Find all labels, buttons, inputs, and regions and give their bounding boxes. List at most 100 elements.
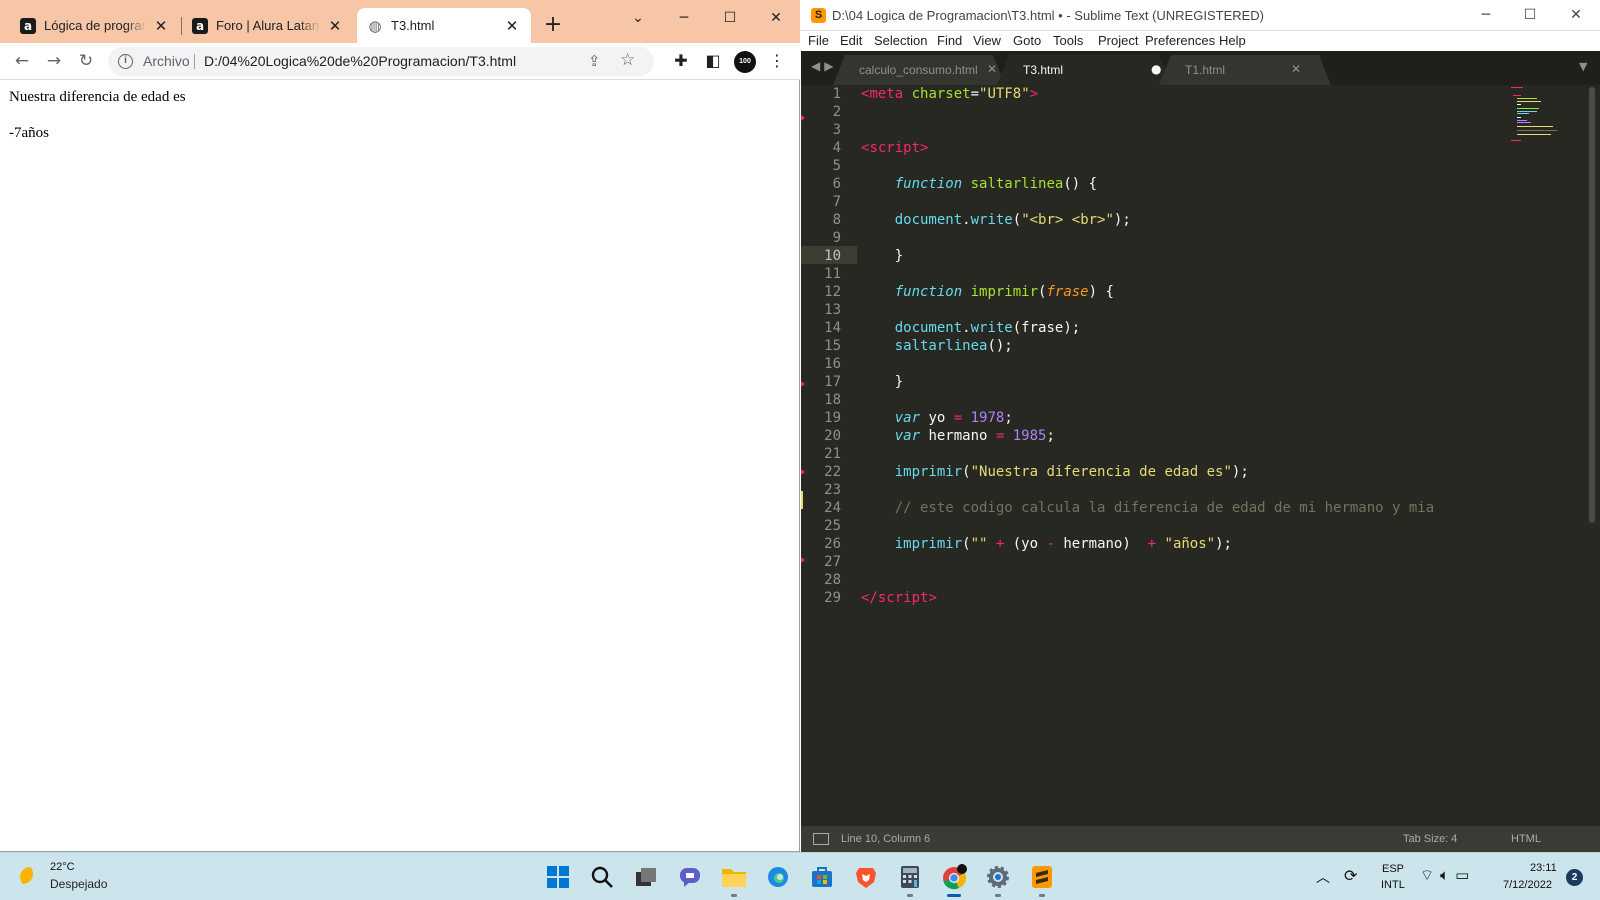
volume-icon[interactable]: 🔈︎ xyxy=(1440,866,1455,884)
code-line[interactable]: document.write(frase); xyxy=(861,319,1434,337)
code-line[interactable] xyxy=(861,571,1434,589)
profile-avatar[interactable]: 100 xyxy=(734,51,756,73)
code-line[interactable] xyxy=(861,481,1434,499)
vertical-scrollbar[interactable] xyxy=(1589,87,1595,523)
code-line[interactable]: // este codigo calcula la diferencia de … xyxy=(861,499,1434,517)
taskbar-brave[interactable] xyxy=(851,862,881,892)
input-layout[interactable]: INTL xyxy=(1381,879,1405,891)
code-line[interactable]: <meta charset="UTF8"> xyxy=(861,85,1434,103)
code-line[interactable]: saltarlinea(); xyxy=(861,337,1434,355)
menu-project[interactable]: Project xyxy=(1098,33,1138,48)
code-line[interactable] xyxy=(861,103,1434,121)
code-line[interactable] xyxy=(861,517,1434,535)
input-language[interactable]: ESP xyxy=(1382,863,1404,875)
info-icon[interactable]: i xyxy=(118,54,133,69)
new-tab-button[interactable]: + xyxy=(541,14,565,38)
code-line[interactable]: } xyxy=(861,247,1434,265)
maximize-button[interactable]: ☐ xyxy=(1510,1,1550,29)
minimize-button[interactable]: ─ xyxy=(1466,1,1506,29)
taskbar-file-explorer[interactable] xyxy=(719,862,749,897)
wifi-icon[interactable]: ⌔ xyxy=(1420,866,1440,884)
extensions-puzzle-icon[interactable]: ✚ xyxy=(669,49,693,73)
taskbar-chrome[interactable] xyxy=(939,862,969,897)
clock-time[interactable]: 23:11 xyxy=(1530,862,1557,874)
editor-tab-t1[interactable]: T1.html ✕ xyxy=(1159,55,1331,85)
forward-button[interactable]: → xyxy=(40,47,68,75)
code-line[interactable]: function saltarlinea() { xyxy=(861,175,1434,193)
sync-icon[interactable]: ⟳ xyxy=(1344,866,1357,885)
close-icon[interactable]: ✕ xyxy=(1291,62,1301,76)
taskbar-calculator[interactable] xyxy=(895,862,925,897)
code-line[interactable]: var yo = 1978; xyxy=(861,409,1434,427)
code-line[interactable] xyxy=(861,355,1434,373)
code-line[interactable] xyxy=(861,229,1434,247)
address-url[interactable]: D:/04%20Logica%20de%20Programacion/T3.ht… xyxy=(204,53,516,69)
close-icon[interactable]: ✕ xyxy=(503,17,521,35)
code-line[interactable] xyxy=(861,445,1434,463)
kebab-menu-icon[interactable]: ⋮ xyxy=(765,49,789,73)
menu-help[interactable]: Help xyxy=(1219,33,1246,48)
menu-file[interactable]: File xyxy=(808,33,829,48)
status-syntax[interactable]: HTML xyxy=(1511,833,1541,845)
close-icon[interactable]: ✕ xyxy=(326,17,344,35)
code-line[interactable] xyxy=(861,265,1434,283)
menu-find[interactable]: Find xyxy=(937,33,962,48)
tab-search-chevron-icon[interactable]: ⌄ xyxy=(618,4,658,32)
close-icon[interactable]: ✕ xyxy=(152,17,170,35)
menu-view[interactable]: View xyxy=(973,33,1001,48)
editor-tab-t3[interactable]: T3.html ● xyxy=(997,55,1171,85)
weather-temperature[interactable]: 22°C xyxy=(50,861,75,873)
bookmark-star-icon[interactable]: ☆ xyxy=(620,50,635,70)
code-line[interactable] xyxy=(861,553,1434,571)
code-line[interactable]: <script> xyxy=(861,139,1434,157)
code-line[interactable]: document.write("<br> <br>"); xyxy=(861,211,1434,229)
tab-list-dropdown-icon[interactable]: ▼ xyxy=(1579,60,1587,73)
code-line[interactable]: imprimir("" + (yo - hermano) + "años"); xyxy=(861,535,1434,553)
clock-date[interactable]: 7/12/2022 xyxy=(1503,879,1552,891)
moon-icon[interactable] xyxy=(20,867,40,887)
code-line[interactable] xyxy=(861,301,1434,319)
close-window-button[interactable]: ✕ xyxy=(756,4,796,32)
code-line[interactable] xyxy=(861,391,1434,409)
close-icon[interactable]: ✕ xyxy=(987,62,997,76)
share-icon[interactable]: ⇪ xyxy=(588,52,601,70)
back-button[interactable]: ← xyxy=(8,47,36,75)
code-line[interactable]: imprimir("Nuestra diferencia de edad es"… xyxy=(861,463,1434,481)
close-window-button[interactable]: ✕ xyxy=(1556,1,1596,29)
reload-button[interactable]: ↻ xyxy=(72,47,100,75)
browser-tab-foro[interactable]: a Foro | Alura Latam - Cursos ✕ xyxy=(182,8,354,43)
menu-edit[interactable]: Edit xyxy=(840,33,862,48)
code-line[interactable] xyxy=(861,193,1434,211)
code-line[interactable] xyxy=(861,157,1434,175)
code-editor[interactable]: 1 2 3 4 5 6 7 8 9 10 11 12 13 14 15 16 17 18 19 20 21 22 23 24 2… xyxy=(801,85,1600,826)
weather-description[interactable]: Despejado xyxy=(50,877,107,891)
side-panel-icon[interactable]: ◧ xyxy=(701,49,725,73)
menu-selection[interactable]: Selection xyxy=(874,33,927,48)
code-line[interactable]: function imprimir(frase) { xyxy=(861,283,1434,301)
taskbar-settings[interactable] xyxy=(983,862,1013,897)
editor-tab-calculo-consumo[interactable]: calculo_consumo.html ✕ xyxy=(833,55,1005,85)
browser-tab-t3[interactable]: ◍ T3.html ✕ xyxy=(357,8,531,43)
menu-goto[interactable]: Goto xyxy=(1013,33,1041,48)
address-bar[interactable]: i Archivo D:/04%20Logica%20de%20Programa… xyxy=(108,47,654,76)
code-line[interactable] xyxy=(861,121,1434,139)
panel-toggle-icon[interactable] xyxy=(813,833,829,845)
code-line[interactable]: var hermano = 1985; xyxy=(861,427,1434,445)
start-button[interactable] xyxy=(543,862,573,892)
code-line[interactable]: } xyxy=(861,373,1434,391)
minimize-button[interactable]: ─ xyxy=(664,4,704,32)
battery-icon[interactable]: ▭ xyxy=(1455,866,1475,884)
maximize-button[interactable]: ☐ xyxy=(710,4,750,32)
status-cursor-position[interactable]: Line 10, Column 6 xyxy=(841,833,930,845)
tray-overflow-chevron-icon[interactable]: ︿ xyxy=(1316,867,1330,887)
taskbar-search-button[interactable] xyxy=(587,862,617,892)
status-tab-size[interactable]: Tab Size: 4 xyxy=(1403,833,1457,845)
taskbar-chat-button[interactable] xyxy=(675,862,705,892)
task-view-button[interactable] xyxy=(631,862,661,892)
minimap[interactable] xyxy=(1511,87,1561,147)
taskbar-sublime[interactable] xyxy=(1027,862,1057,897)
code-line[interactable]: </script> xyxy=(861,589,1434,607)
menu-preferences[interactable]: Preferences xyxy=(1145,33,1215,48)
notification-badge[interactable]: 2 xyxy=(1566,869,1583,886)
menu-tools[interactable]: Tools xyxy=(1053,33,1083,48)
